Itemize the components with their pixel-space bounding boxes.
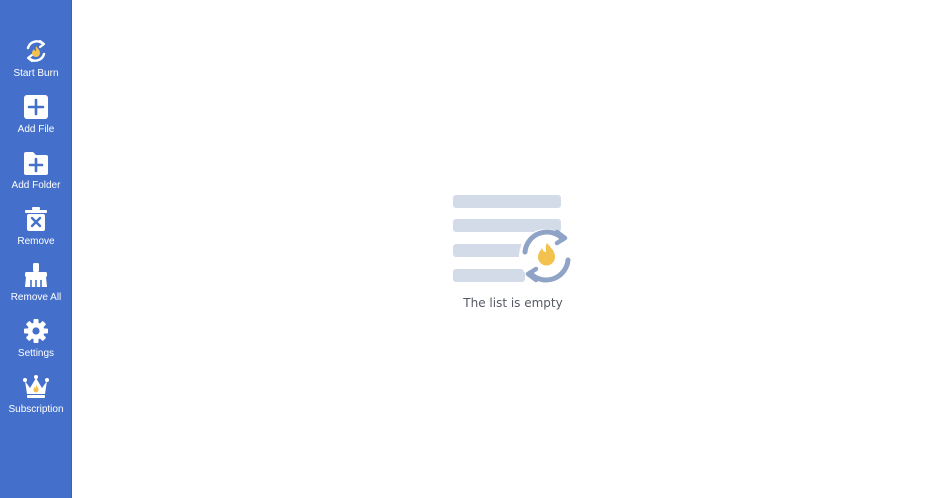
crown-icon [22,373,50,401]
start-burn-icon [22,37,50,65]
empty-list-message: The list is empty [463,296,563,310]
add-folder-label: Add Folder [11,180,61,191]
gear-icon [22,317,50,345]
sidebar: Start Burn Add File Add Folder Remove Re… [0,0,72,498]
settings-button[interactable]: Settings [0,317,72,369]
add-file-button[interactable]: Add File [0,93,72,145]
add-file-label: Add File [17,124,55,135]
remove-all-button[interactable]: Remove All [0,261,72,313]
file-list-area: The list is empty [73,0,950,498]
remove-all-label: Remove All [10,292,62,303]
start-burn-button[interactable]: Start Burn [0,37,72,89]
remove-icon [22,205,50,233]
empty-list-icon [453,195,573,283]
add-file-icon [22,93,50,121]
add-folder-button[interactable]: Add Folder [0,149,72,201]
subscription-label: Subscription [8,404,64,415]
subscription-button[interactable]: Subscription [0,373,72,425]
remove-button[interactable]: Remove [0,205,72,257]
start-burn-label: Start Burn [13,68,59,79]
remove-label: Remove [17,236,55,247]
remove-all-icon [22,261,50,289]
settings-label: Settings [17,348,55,359]
add-folder-icon [22,149,50,177]
empty-state: The list is empty [453,194,573,314]
